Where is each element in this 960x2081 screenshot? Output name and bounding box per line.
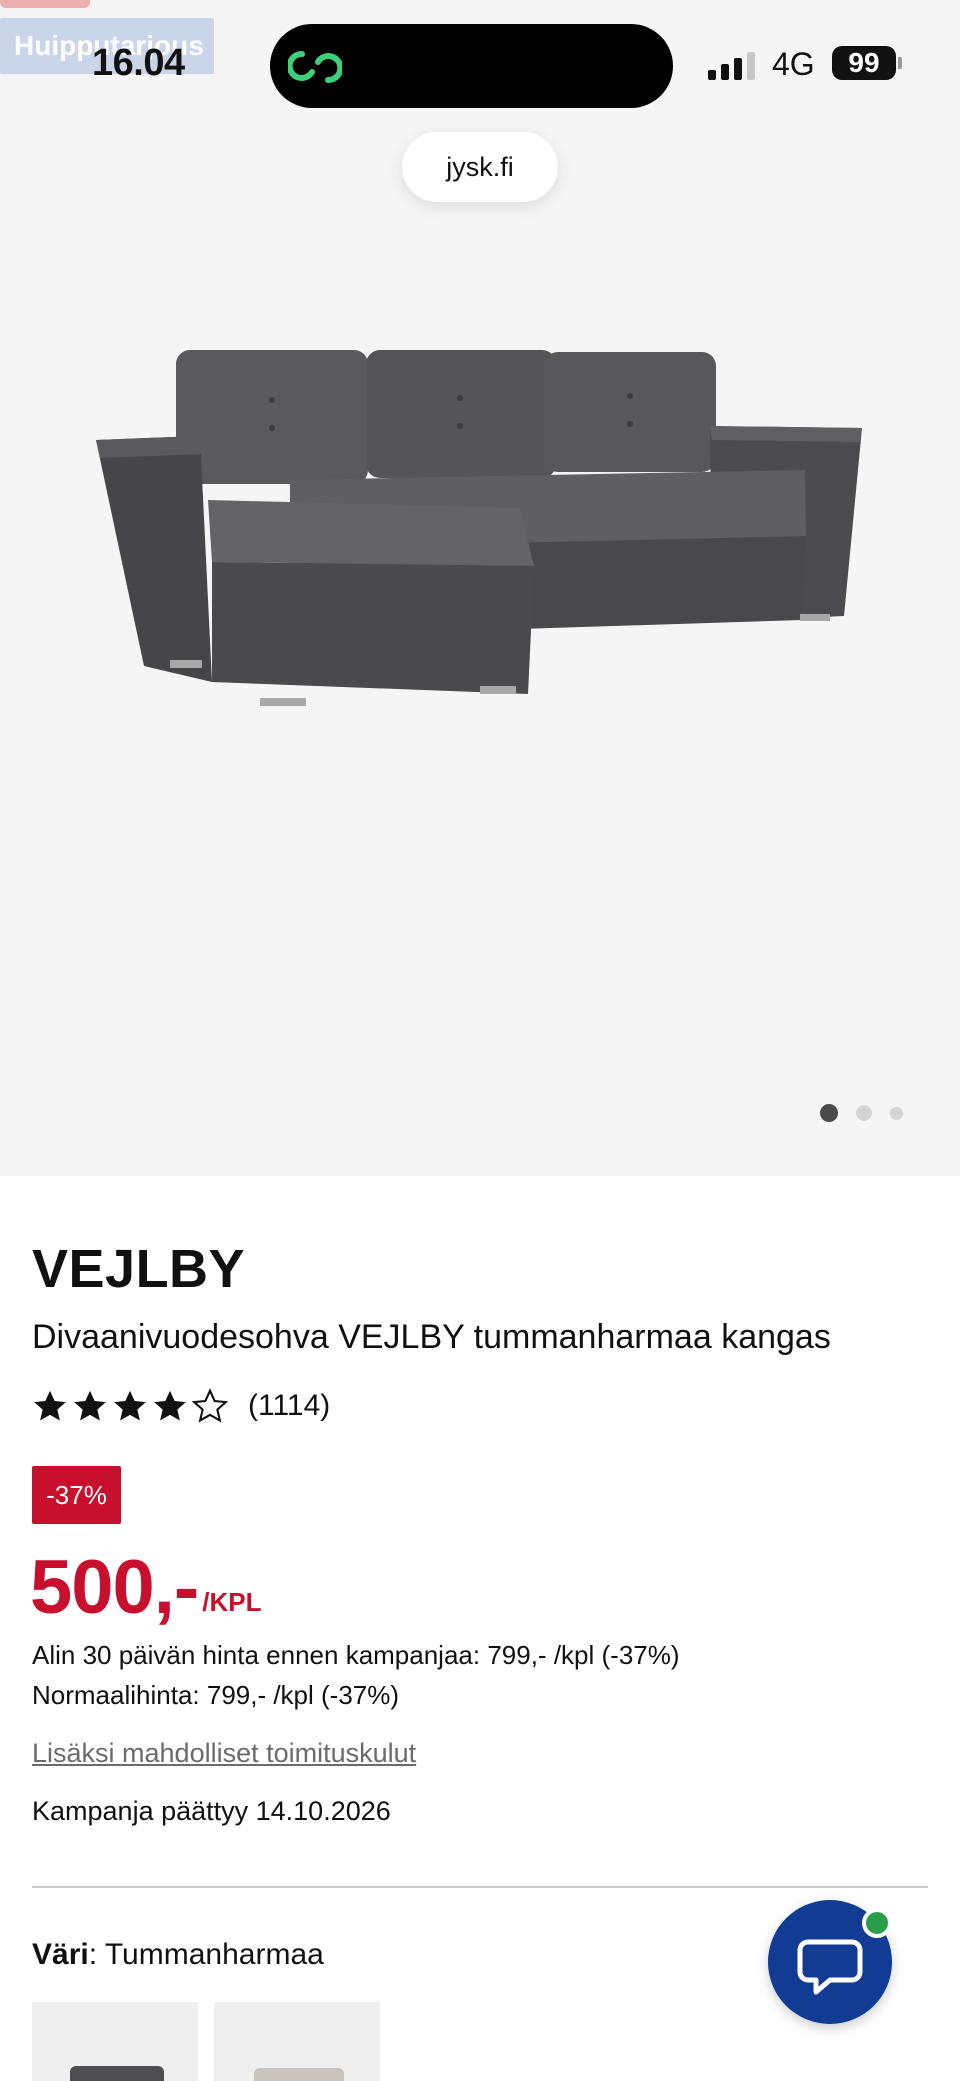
product-image-gallery[interactable]: Huipputarjous 16.04 4G 99 jysk.fi <box>0 0 960 1176</box>
color-selection-label: Väri: Tummanharmaa <box>32 1938 324 1972</box>
star-filled-icon <box>114 1390 146 1421</box>
cellular-signal-icon <box>708 50 755 80</box>
color-swatch-dark-grey[interactable] <box>32 2002 198 2081</box>
price-value: 500,- <box>30 1545 199 1630</box>
carousel-dot[interactable] <box>890 1106 903 1120</box>
price: 500,- /KPL <box>30 1548 261 1628</box>
lowest-price-note: Alin 30 päivän hinta ennen kampanjaa: 79… <box>32 1640 680 1670</box>
carousel-dot[interactable] <box>856 1105 872 1121</box>
battery-tip <box>898 57 902 69</box>
price-unit: /KPL <box>202 1587 262 1617</box>
carousel-dot[interactable] <box>820 1104 838 1122</box>
color-label: Väri <box>32 1938 89 1971</box>
carousel-dots[interactable] <box>820 1104 903 1122</box>
star-empty-icon <box>192 1388 228 1423</box>
star-filled-icon <box>154 1390 186 1421</box>
swatch-sofa-thumbnail <box>254 2068 344 2081</box>
shipping-costs-link[interactable]: Lisäksi mahdolliset toimituskulut <box>32 1738 416 1769</box>
link-rings-icon <box>288 50 342 84</box>
browser-url-pill[interactable]: jysk.fi <box>402 132 558 202</box>
top-left-badge-edge <box>0 0 90 8</box>
star-filled-icon <box>74 1390 106 1421</box>
status-time: 16.04 <box>92 42 185 84</box>
review-count[interactable]: (1114) <box>248 1389 330 1423</box>
section-divider <box>32 1886 928 1888</box>
chat-online-indicator <box>862 1908 892 1938</box>
normal-price-note: Normaalihinta: 799,- /kpl (-37%) <box>32 1680 400 1710</box>
discount-badge: -37% <box>32 1466 121 1524</box>
campaign-end-date: Kampanja päättyy 14.10.2026 <box>32 1796 391 1826</box>
product-title: Divaanivuodesohva VEJLBY tummanharmaa ka… <box>32 1318 831 1356</box>
color-value: : Tummanharmaa <box>88 1938 324 1971</box>
sofa-image[interactable] <box>90 330 880 730</box>
color-swatch-light[interactable] <box>214 2002 380 2081</box>
product-brand: VEJLBY <box>32 1239 246 1299</box>
product-rating[interactable]: (1114) <box>32 1388 330 1424</box>
battery-icon: 99 <box>832 46 896 80</box>
star-filled-icon <box>34 1390 66 1421</box>
rating-stars <box>32 1388 228 1424</box>
swatch-sofa-thumbnail <box>70 2066 164 2081</box>
network-type: 4G <box>772 46 815 82</box>
